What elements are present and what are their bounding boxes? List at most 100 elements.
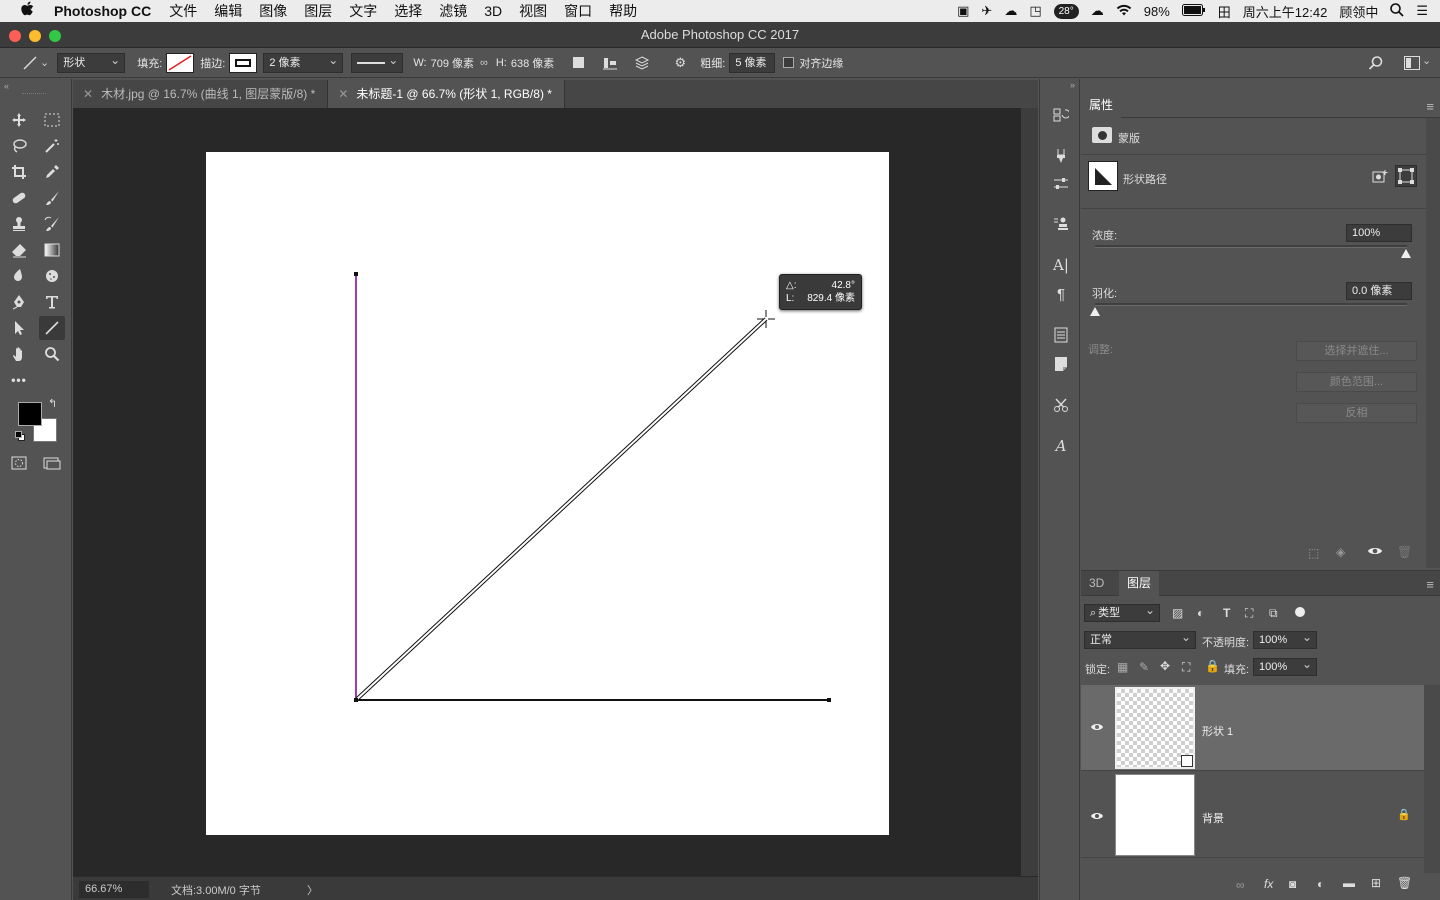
layers-scrollbar[interactable]	[1424, 685, 1440, 873]
lock-transparent-icon[interactable]: ▦	[1117, 660, 1128, 674]
feather-slider-thumb[interactable]	[1090, 307, 1100, 316]
filter-smart-object-icon[interactable]: ⧉	[1269, 606, 1278, 621]
apply-mask-icon[interactable]: ◈	[1336, 545, 1345, 559]
spotlight-search-icon[interactable]	[1390, 2, 1404, 20]
history-panel-icon[interactable]	[1050, 104, 1072, 126]
link-icon[interactable]: ∞	[480, 57, 488, 69]
expand-dock-icon[interactable]: »	[1070, 80, 1075, 90]
new-layer-icon[interactable]: ⊞	[1371, 876, 1381, 890]
pasteboard[interactable]: △: 42.8° L: 829.4 像素	[73, 108, 1021, 876]
filter-pixel-icon[interactable]: ▨	[1172, 606, 1183, 620]
history-brush-tool-icon[interactable]	[39, 212, 65, 236]
hand-tool-icon[interactable]	[6, 342, 32, 366]
brush-panel-icon[interactable]	[1050, 145, 1072, 167]
delete-layer-icon[interactable]: 🗑	[1397, 876, 1412, 890]
delete-mask-icon[interactable]: 🗑	[1397, 545, 1412, 559]
density-slider-track[interactable]	[1095, 245, 1407, 248]
lock-pixels-icon[interactable]: ✎	[1139, 660, 1149, 674]
fill-field[interactable]: 100%	[1253, 656, 1317, 676]
add-vector-mask-icon[interactable]	[1395, 165, 1417, 187]
layer-thumbnail[interactable]	[1115, 774, 1195, 856]
creative-cloud-icon[interactable]: ☁	[1004, 3, 1017, 19]
magic-wand-tool-icon[interactable]	[39, 134, 65, 158]
height-field[interactable]: 638 像素	[511, 55, 554, 71]
lock-position-icon[interactable]: ✥	[1160, 659, 1170, 673]
layer-style-fx-icon[interactable]: fx	[1264, 877, 1273, 891]
edit-toolbar-icon[interactable]: •••	[6, 368, 32, 392]
pen-tool-icon[interactable]	[6, 290, 32, 314]
move-tool-icon[interactable]	[6, 108, 32, 132]
feather-slider-track[interactable]	[1095, 303, 1407, 306]
visibility-eye-icon[interactable]	[1089, 810, 1105, 824]
invert-button[interactable]: 反相	[1296, 403, 1417, 423]
opacity-field[interactable]: 100%	[1253, 629, 1317, 649]
clone-source-panel-icon[interactable]	[1050, 213, 1072, 235]
zoom-level-field[interactable]: 66.67%	[79, 881, 149, 898]
new-group-folder-icon[interactable]: ▬	[1343, 876, 1355, 890]
layer-name[interactable]: 背景	[1202, 810, 1224, 826]
healing-brush-tool-icon[interactable]	[6, 186, 32, 210]
user-name[interactable]: 顾领中	[1339, 2, 1378, 21]
width-field[interactable]: 709 像素	[431, 55, 474, 71]
menu-type[interactable]: 文字	[349, 1, 377, 21]
crop-tool-icon[interactable]	[6, 160, 32, 184]
tab-wood-jpg[interactable]: ✕ 木材.jpg @ 16.7% (曲线 1, 图层蒙版/8) *	[73, 80, 329, 108]
line-tool-icon[interactable]	[39, 316, 65, 340]
select-and-mask-button[interactable]: 选择并遮住...	[1296, 341, 1417, 361]
density-field[interactable]: 100%	[1346, 224, 1412, 242]
toolbar-grip[interactable]	[22, 93, 46, 94]
align-edges-checkbox[interactable]	[783, 57, 795, 68]
search-icon[interactable]	[1366, 53, 1386, 73]
close-icon[interactable]: ✕	[83, 87, 93, 101]
path-operations-icon[interactable]	[568, 53, 588, 73]
eyedropper-tool-icon[interactable]	[39, 160, 65, 184]
density-slider-thumb[interactable]	[1401, 249, 1411, 258]
clock[interactable]: 周六上午12:42	[1243, 2, 1328, 21]
new-adjustment-layer-icon[interactable]: ◐	[1317, 877, 1324, 891]
layer-comps-panel-icon[interactable]	[1050, 324, 1072, 346]
blur-tool-icon[interactable]	[6, 264, 32, 288]
gradient-tool-icon[interactable]	[39, 238, 65, 262]
weight-field[interactable]: 5 像素	[729, 52, 776, 73]
menu-select[interactable]: 选择	[394, 1, 422, 21]
chevron-down-icon[interactable]: ⌄	[1422, 54, 1431, 67]
app-name-menu[interactable]: Photoshop CC	[54, 3, 151, 19]
layer-name[interactable]: 形状 1	[1202, 723, 1233, 739]
layer-filter-select[interactable]: ⌕ 类型	[1084, 602, 1160, 622]
wifi-icon[interactable]	[1116, 4, 1132, 19]
workspace-switcher-icon[interactable]	[1402, 53, 1422, 73]
layer-lock-icon[interactable]: 🔒	[1397, 808, 1411, 821]
menu-filter[interactable]: 滤镜	[439, 1, 467, 21]
swap-colors-icon[interactable]: ↰	[48, 397, 57, 410]
brush-tool-icon[interactable]	[39, 186, 65, 210]
menu-view[interactable]: 视图	[519, 1, 547, 21]
zoom-window-button[interactable]	[49, 30, 61, 42]
add-mask-icon[interactable]: ◙	[1289, 877, 1296, 891]
character-panel-icon[interactable]: A|	[1050, 254, 1072, 276]
path-arrangement-icon[interactable]	[632, 53, 652, 73]
tab-untitled-1[interactable]: ✕ 未标题-1 @ 66.7% (形状 1, RGB/8) *	[328, 80, 565, 108]
notification-center-icon[interactable]: ☰	[1416, 3, 1428, 19]
path-selection-tool-icon[interactable]	[6, 316, 32, 340]
input-method-icon[interactable]: 田	[1218, 2, 1231, 21]
lock-artboard-icon[interactable]: ⛶	[1182, 660, 1190, 675]
filter-type-icon[interactable]: T	[1223, 606, 1230, 620]
add-pixel-mask-icon[interactable]	[1371, 168, 1389, 186]
properties-scrollbar[interactable]	[1426, 118, 1440, 568]
vertical-scrollbar[interactable]	[1021, 108, 1038, 876]
eye-icon[interactable]	[1367, 545, 1383, 560]
apple-icon[interactable]	[20, 1, 38, 21]
shape-path-thumbnail[interactable]	[1088, 161, 1118, 191]
color-range-button[interactable]: 颜色范围...	[1296, 372, 1417, 392]
display-icon[interactable]: ◳	[1029, 3, 1041, 19]
gear-icon[interactable]: ⚙	[670, 53, 690, 73]
layer-row-shape-1[interactable]: 形状 1	[1081, 685, 1424, 771]
feather-field[interactable]: 0.0 像素	[1346, 282, 1412, 300]
sponge-tool-icon[interactable]	[39, 264, 65, 288]
menu-layer[interactable]: 图层	[304, 1, 332, 21]
screen-mode-icon[interactable]	[39, 451, 65, 475]
filter-toggle-icon[interactable]	[1295, 607, 1305, 617]
paragraph-panel-icon[interactable]: ¶	[1050, 283, 1072, 305]
temperature-badge[interactable]: 28°	[1053, 3, 1079, 19]
quick-mask-icon[interactable]	[6, 451, 32, 475]
